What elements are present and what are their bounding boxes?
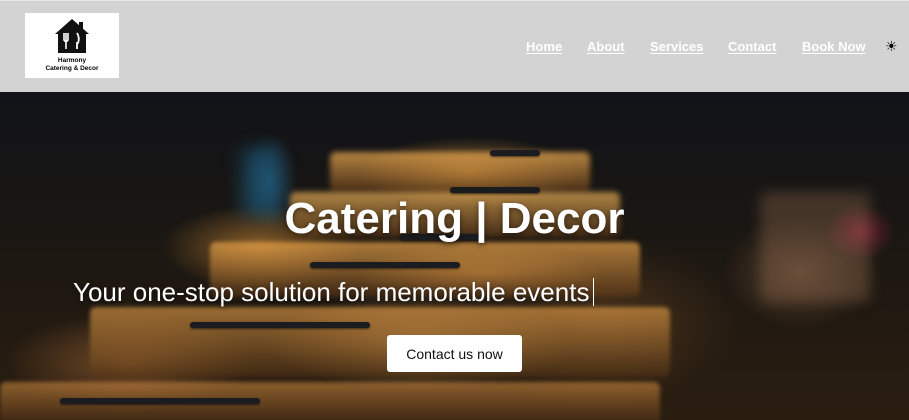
nav-services-link[interactable]: Services xyxy=(650,39,704,54)
contact-us-button[interactable]: Contact us now xyxy=(387,335,522,372)
navbar: Harmony Catering & Decor Home About Serv… xyxy=(0,0,909,92)
hero-subtitle-text: Your one-stop solution for memorable eve… xyxy=(73,277,590,307)
nav-book-now-link[interactable]: Book Now xyxy=(802,39,866,54)
brand-name: Harmony xyxy=(57,57,87,64)
brand-tagline: Catering & Decor xyxy=(45,65,99,72)
main-nav: Home About Services Contact Book Now xyxy=(0,39,909,55)
nav-about-link[interactable]: About xyxy=(587,39,625,54)
typing-caret xyxy=(593,278,595,306)
sun-icon[interactable]: ☀ xyxy=(885,38,898,54)
hero-title: Catering | Decor xyxy=(284,194,625,243)
hero-section: Catering | Decor Your one-stop solution … xyxy=(0,92,909,420)
hero-subtitle: Your one-stop solution for memorable eve… xyxy=(73,276,595,308)
nav-contact-link[interactable]: Contact xyxy=(728,39,776,54)
nav-home-link[interactable]: Home xyxy=(526,39,562,54)
